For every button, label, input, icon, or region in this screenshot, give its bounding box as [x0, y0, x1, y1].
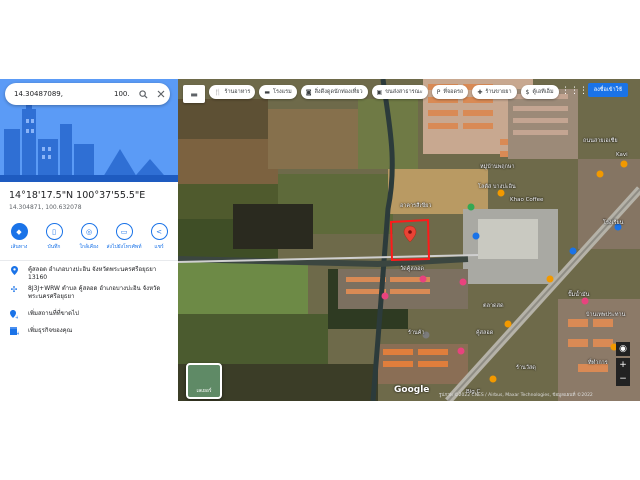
map-attribution: รูปภาพ ©2022 CNES / Airbus, Maxar Techno… — [439, 393, 593, 398]
hotel-icon: ▬ — [264, 88, 271, 96]
chip-atm[interactable]: $ ตู้เอทีเอ็ม — [520, 85, 559, 99]
map-label[interactable]: ตลาดสด — [483, 302, 504, 310]
plus-code-icon: ✣ — [10, 285, 18, 294]
chip-attractions[interactable]: ◙ สิ่งดึงดูดนักท่องเที่ยว — [300, 85, 368, 99]
maps-window: 14.30487089, 100. 14°18'17.5"N 100°37'55… — [0, 79, 640, 401]
action-bar: ◆ เส้นทาง ▯ บันทึก ◎ ใกล้เคียง ▭ ส่งไปยั… — [0, 223, 178, 259]
zoom-in-button[interactable]: + — [616, 358, 630, 372]
map-label[interactable]: คู้สลอด — [476, 329, 493, 337]
map-label[interactable]: บ้านเทพประทาน — [586, 311, 625, 319]
place-panel: 14.30487089, 100. 14°18'17.5"N 100°37'55… — [0, 79, 179, 401]
atm-icon: $ — [525, 88, 530, 96]
directions-button[interactable]: ◆ เส้นทาง — [3, 223, 35, 259]
chip-label: ร้านอาหาร — [224, 89, 251, 95]
map-label[interactable]: ร้านค้า — [408, 329, 425, 337]
map-label[interactable]: Khao Coffee — [510, 197, 543, 203]
save-label: บันทึก — [47, 244, 61, 250]
chip-transit[interactable]: ▣ ขนส่งสาธารณะ — [371, 85, 428, 99]
place-decimal-coords: 14.304871, 100.632078 — [9, 204, 82, 211]
pharmacy-icon: ✚ — [477, 88, 483, 96]
map-label[interactable]: ร้านวัสดุ — [516, 364, 536, 372]
layers-button[interactable]: เลเยอร์ — [186, 363, 222, 399]
hero-image: 14.30487089, 100. — [0, 79, 178, 182]
search-input[interactable]: 14.30487089, — [5, 90, 114, 98]
pluscode-text: 8J3J+WRW ตำบล คู้สลอด อำเภอบางปะอิน จังห… — [28, 285, 161, 300]
chip-label: ตู้เอทีเอ็ม — [532, 89, 554, 95]
chip-label: โรงแรม — [273, 89, 292, 95]
plus-icon: + — [619, 360, 627, 370]
map-label[interactable]: หมู่บ้านพฤกษา — [480, 163, 515, 171]
map-label[interactable]: ปั๊มน้ำมัน — [568, 291, 589, 299]
nearby-label: ใกล้เคียง — [79, 244, 99, 250]
chip-pharmacy[interactable]: ✚ ร้านขายยา — [472, 85, 517, 99]
search-icon[interactable] — [134, 85, 152, 103]
chip-restaurants[interactable]: 🍴 ร้านอาหาร — [209, 85, 256, 99]
address-row[interactable]: คู้สลอด อำเภอบางปะอิน จังหวัดพระนครศรีอย… — [0, 266, 178, 282]
chip-hotels[interactable]: ▬ โรงแรม — [259, 85, 297, 99]
transit-icon: ▣ — [376, 88, 383, 96]
address-text: คู้สลอด อำเภอบางปะอิน จังหวัดพระนครศรีอย… — [28, 266, 157, 281]
sign-in-button[interactable]: ลงชื่อเข้าใช้ — [587, 83, 628, 97]
add-place-icon: + — [0, 310, 28, 319]
keyboard-icon: ▬ — [190, 89, 198, 99]
share-button[interactable]: < แชร์ — [143, 223, 175, 259]
chip-label: ขนส่งสาธารณะ — [385, 89, 423, 95]
my-location-button[interactable]: ◉ — [616, 342, 630, 356]
chip-label: ร้านขายยา — [485, 89, 512, 95]
satellite-imagery — [178, 79, 640, 401]
directions-label: เส้นทาง — [10, 244, 28, 250]
place-title: 14°18'17.5"N 100°37'55.5"E — [9, 190, 146, 201]
map-label[interactable]: ที่ทำการ — [588, 359, 608, 367]
svg-text:+: + — [16, 331, 19, 335]
svg-text:+: + — [15, 315, 18, 319]
map-label[interactable]: โลตัส บางปะอิน — [478, 183, 516, 191]
search-box[interactable]: 14.30487089, 100. — [5, 83, 170, 105]
search-input-tail: 100. — [114, 90, 130, 98]
nearby-button[interactable]: ◎ ใกล้เคียง — [73, 223, 105, 259]
phone-icon: ▭ — [115, 223, 133, 240]
menu-button[interactable]: ▬ — [183, 85, 205, 103]
category-chips: ▬ 🍴 ร้านอาหาร ▬ โรงแรม ◙ สิ่งดึงดูดนักท่… — [183, 85, 559, 103]
add-business-row[interactable]: + เพิ่มธุรกิจของคุณ — [0, 327, 178, 335]
map-label[interactable]: ถนนสายเอเชีย — [583, 137, 618, 145]
map-label[interactable]: อาคารสีเขียว — [400, 202, 431, 210]
share-label: แชร์ — [154, 244, 164, 250]
chip-parking[interactable]: P ที่จอดรถ — [431, 85, 469, 99]
chip-label: ที่จอดรถ — [443, 89, 464, 95]
send-to-phone-label: ส่งไปยังโทรศัพท์ — [106, 244, 142, 250]
apps-grid-icon[interactable]: ⋮⋮⋮ — [561, 86, 588, 96]
directions-icon: ◆ — [10, 223, 28, 240]
save-button[interactable]: ▯ บันทึก — [38, 223, 70, 259]
send-to-phone-button[interactable]: ▭ ส่งไปยังโทรศัพท์ — [106, 223, 142, 259]
map-label[interactable]: Kavi — [616, 152, 628, 158]
parking-icon: P — [436, 88, 441, 96]
bookmark-icon: ▯ — [45, 223, 63, 240]
satellite-map[interactable]: หมู่บ้านพฤกษา อาคารสีเขียว โลตัส บางปะอิ… — [178, 79, 640, 401]
zoom-out-button[interactable]: − — [616, 372, 630, 386]
my-location-icon: ◉ — [619, 344, 627, 354]
add-place-row[interactable]: + เพิ่มสถานที่ที่ขาดไป — [0, 310, 178, 319]
add-business-link[interactable]: เพิ่มธุรกิจของคุณ — [28, 327, 178, 335]
divider — [0, 260, 178, 261]
minus-icon: − — [619, 374, 627, 384]
map-label[interactable]: วัดคู้สลอด — [400, 265, 424, 273]
add-business-icon: + — [0, 327, 28, 335]
pluscode-row[interactable]: ✣ 8J3J+WRW ตำบล คู้สลอด อำเภอบางปะอิน จั… — [0, 285, 178, 301]
restaurant-icon: 🍴 — [214, 88, 222, 96]
map-label[interactable]: โรงเรียน — [603, 219, 623, 227]
share-icon: < — [150, 223, 168, 240]
layers-label: เลเยอร์ — [196, 388, 212, 394]
attraction-icon: ◙ — [305, 88, 312, 96]
chip-label: สิ่งดึงดูดนักท่องเที่ยว — [314, 89, 363, 95]
location-pin-icon — [0, 266, 28, 282]
nearby-icon: ◎ — [80, 223, 98, 240]
google-logo: Google — [394, 385, 430, 395]
add-place-link[interactable]: เพิ่มสถานที่ที่ขาดไป — [28, 310, 178, 319]
close-icon[interactable] — [152, 85, 170, 103]
